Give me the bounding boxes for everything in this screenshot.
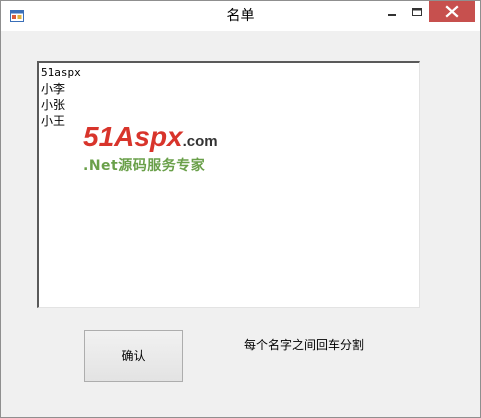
hint-label: 每个名字之间回车分割 xyxy=(244,338,365,352)
maximize-button[interactable] xyxy=(404,1,430,23)
client-area: 51aspx 小李 小张 小王 51Aspx.com .Net源码服务专家 确认… xyxy=(8,31,473,410)
app-window: 名单 51aspx 小李 小张 小王 51Aspx.com .Net源码服务专家… xyxy=(0,0,481,418)
watermark-logo: 51Aspx.com .Net源码服务专家 xyxy=(83,121,233,181)
minimize-icon xyxy=(388,14,396,16)
textarea-line: 小张 xyxy=(41,98,66,112)
title-bar[interactable]: 名单 xyxy=(1,1,480,31)
textarea-line: 51aspx xyxy=(41,66,81,79)
textarea-line: 小王 xyxy=(41,114,66,128)
watermark-subtitle: .Net源码服务专家 xyxy=(83,158,206,174)
confirm-button[interactable]: 确认 xyxy=(84,330,183,382)
watermark-main-text: 51Aspx xyxy=(83,121,183,152)
watermark-main: 51Aspx.com xyxy=(83,121,218,158)
close-icon xyxy=(445,5,459,18)
maximize-icon xyxy=(412,8,422,16)
names-textarea[interactable]: 51aspx 小李 小张 小王 51Aspx.com .Net源码服务专家 xyxy=(37,61,420,308)
close-button[interactable] xyxy=(429,1,475,22)
watermark-suffix: .com xyxy=(182,133,218,150)
textarea-line: 小李 xyxy=(41,82,66,96)
minimize-button[interactable] xyxy=(379,1,405,23)
